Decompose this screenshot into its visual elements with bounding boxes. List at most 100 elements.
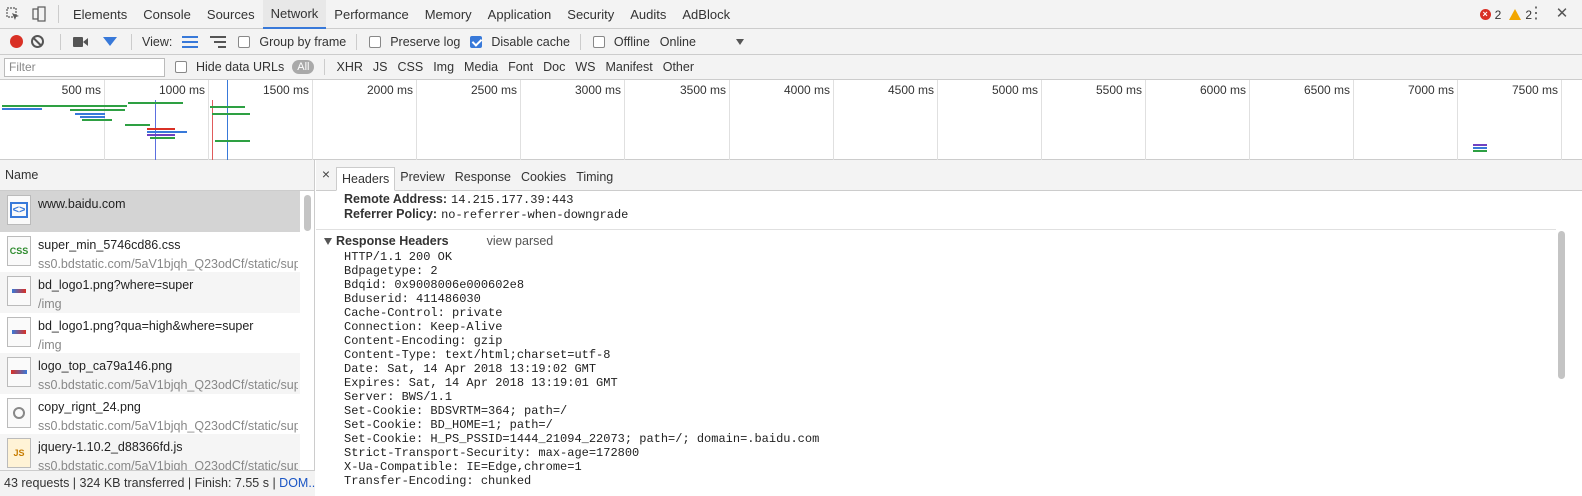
tab-response[interactable]: Response [450, 166, 516, 190]
preserve-log-checkbox[interactable] [369, 35, 382, 48]
dom-content-loaded-marker [155, 100, 156, 160]
record-button[interactable] [10, 35, 23, 48]
timeline-gridline [1353, 80, 1354, 160]
header-key: Referrer Policy: [344, 207, 438, 221]
offline-checkbox[interactable] [592, 35, 605, 48]
response-headers-section[interactable]: Response Headers view parsed [316, 232, 1556, 250]
device-toolbar-icon[interactable] [26, 0, 52, 29]
more-options-icon[interactable]: ⋮ [1528, 5, 1544, 23]
disable-cache-checkbox[interactable] [470, 35, 483, 48]
request-path: ss0.bdstatic.com/5aV1bjqh_Q23odCf/static… [38, 459, 298, 470]
type-filter-media[interactable]: Media [463, 60, 499, 74]
type-filter-all[interactable]: All [292, 60, 315, 74]
tab-sources[interactable]: Sources [199, 0, 263, 29]
name-column-header[interactable]: Name [0, 160, 314, 191]
timeline-gridline [416, 80, 417, 160]
tab-network[interactable]: Network [262, 0, 327, 29]
raw-header-line: HTTP/1.1 200 OK [344, 250, 453, 264]
request-row[interactable]: CSS super_min_5746cd86.css ss0.bdstatic.… [0, 232, 300, 273]
timeline-tick-label: 1500 ms [262, 83, 309, 97]
type-filter-ws[interactable]: WS [574, 60, 596, 74]
divider [58, 5, 59, 23]
type-filter-doc[interactable]: Doc [542, 60, 566, 74]
inspect-element-icon[interactable] [0, 0, 26, 29]
throttling-select[interactable]: Online [660, 35, 744, 49]
request-name: logo_top_ca79a146.png [38, 359, 173, 373]
request-bar [147, 134, 175, 136]
type-filter-manifest[interactable]: Manifest [604, 60, 653, 74]
tab-performance[interactable]: Performance [326, 0, 416, 29]
offline-label: Offline [613, 34, 650, 49]
request-bar [2, 108, 42, 110]
request-list: <> www.baidu.com CSS super_min_5746cd86.… [0, 191, 300, 470]
request-name: www.baidu.com [38, 197, 126, 211]
request-row[interactable]: bd_logo1.png?qua=high&where=super /img [0, 313, 300, 354]
timeline-gridline [520, 80, 521, 160]
tab-adblock[interactable]: AdBlock [674, 0, 738, 29]
request-row[interactable]: logo_top_ca79a146.png ss0.bdstatic.com/5… [0, 353, 300, 394]
request-bar [147, 131, 187, 133]
raw-header-line: Set-Cookie: H_PS_PSSID=1444_21094_22073;… [344, 432, 820, 446]
clear-button[interactable] [31, 35, 44, 48]
group-by-frame-checkbox[interactable] [238, 35, 251, 48]
timeline-tick-label: 6500 ms [1303, 83, 1350, 97]
header-value: 14.215.177.39:443 [451, 193, 574, 207]
raw-header-line: X-Ua-Compatible: IE=Edge,chrome=1 [344, 460, 582, 474]
header-key: Remote Address: [344, 192, 448, 206]
request-row[interactable]: bd_logo1.png?where=super /img [0, 272, 300, 313]
request-path: ss0.bdstatic.com/5aV1bjqh_Q23odCf/static… [38, 418, 298, 433]
request-name: super_min_5746cd86.css [38, 237, 181, 252]
request-bar [82, 119, 112, 121]
raw-header-line: Bduserid: 411486030 [344, 292, 481, 306]
type-filter-other[interactable]: Other [662, 60, 695, 74]
request-bar [215, 140, 250, 142]
request-row[interactable]: JS jquery-1.10.2_d88366fd.js ss0.bdstati… [0, 434, 300, 470]
request-row[interactable]: <> www.baidu.com [0, 191, 300, 232]
close-icon[interactable]: ✕ [1554, 5, 1570, 23]
raw-header-line: Set-Cookie: BDSVRTM=364; path=/ [344, 404, 568, 418]
tab-timing[interactable]: Timing [571, 166, 618, 190]
raw-header-line: Content-Encoding: gzip [344, 334, 503, 348]
large-rows-icon[interactable] [182, 35, 199, 48]
chevron-down-icon [735, 38, 744, 45]
network-overview-timeline[interactable]: 500 ms 1000 ms 1500 ms 2000 ms 2500 ms 3… [0, 80, 1582, 160]
dom-content-loaded-link[interactable]: DOM... [279, 476, 315, 490]
tab-application[interactable]: Application [480, 0, 560, 29]
timeline-tick-label: 7000 ms [1407, 83, 1454, 97]
raw-header-line: Set-Cookie: BD_HOME=1; path=/ [344, 418, 553, 432]
tab-security[interactable]: Security [559, 0, 622, 29]
tab-memory[interactable]: Memory [417, 0, 480, 29]
tab-headers[interactable]: Headers [336, 167, 396, 191]
hide-data-urls-label: Hide data URLs [196, 60, 285, 74]
capture-screenshots-icon[interactable] [73, 36, 89, 48]
type-filter-css[interactable]: CSS [396, 60, 424, 74]
request-name: bd_logo1.png?qua=high&where=super [38, 318, 254, 333]
close-icon[interactable]: × [318, 159, 334, 190]
timeline-gridline [312, 80, 313, 160]
divider [316, 229, 1556, 230]
headers-scrollbar[interactable] [1556, 191, 1568, 496]
tab-console[interactable]: Console [135, 0, 199, 29]
devtools-tab-bar: Elements Console Sources Network Perform… [0, 0, 1582, 29]
tab-preview[interactable]: Preview [395, 166, 449, 190]
timeline-gridline [1457, 80, 1458, 160]
type-filter-img[interactable]: Img [432, 60, 455, 74]
hide-data-urls-checkbox[interactable] [175, 61, 187, 73]
tab-elements[interactable]: Elements [65, 0, 135, 29]
filter-input[interactable] [4, 57, 165, 77]
filter-icon[interactable] [103, 37, 117, 46]
type-filter-font[interactable]: Font [507, 60, 534, 74]
raw-header-line: Strict-Transport-Security: max-age=17280… [344, 446, 640, 460]
waterfall-icon[interactable] [210, 35, 227, 48]
request-path: ss0.bdstatic.com/5aV1bjqh_Q23odCf/static… [38, 378, 298, 392]
raw-header-line: Transfer-Encoding: chunked [344, 474, 532, 488]
type-filter-js[interactable]: JS [372, 60, 389, 74]
tab-cookies[interactable]: Cookies [516, 166, 571, 190]
general-header-row: Referrer Policy: no-referrer-when-downgra… [316, 207, 1556, 222]
request-list-scrollbar[interactable] [303, 193, 312, 467]
view-parsed-link[interactable]: view parsed [487, 234, 554, 248]
request-row[interactable]: copy_rignt_24.png ss0.bdstatic.com/5aV1b… [0, 394, 300, 435]
tab-audits[interactable]: Audits [622, 0, 674, 29]
console-status[interactable]: × 2 2 [1479, 0, 1532, 29]
type-filter-xhr[interactable]: XHR [335, 60, 363, 74]
